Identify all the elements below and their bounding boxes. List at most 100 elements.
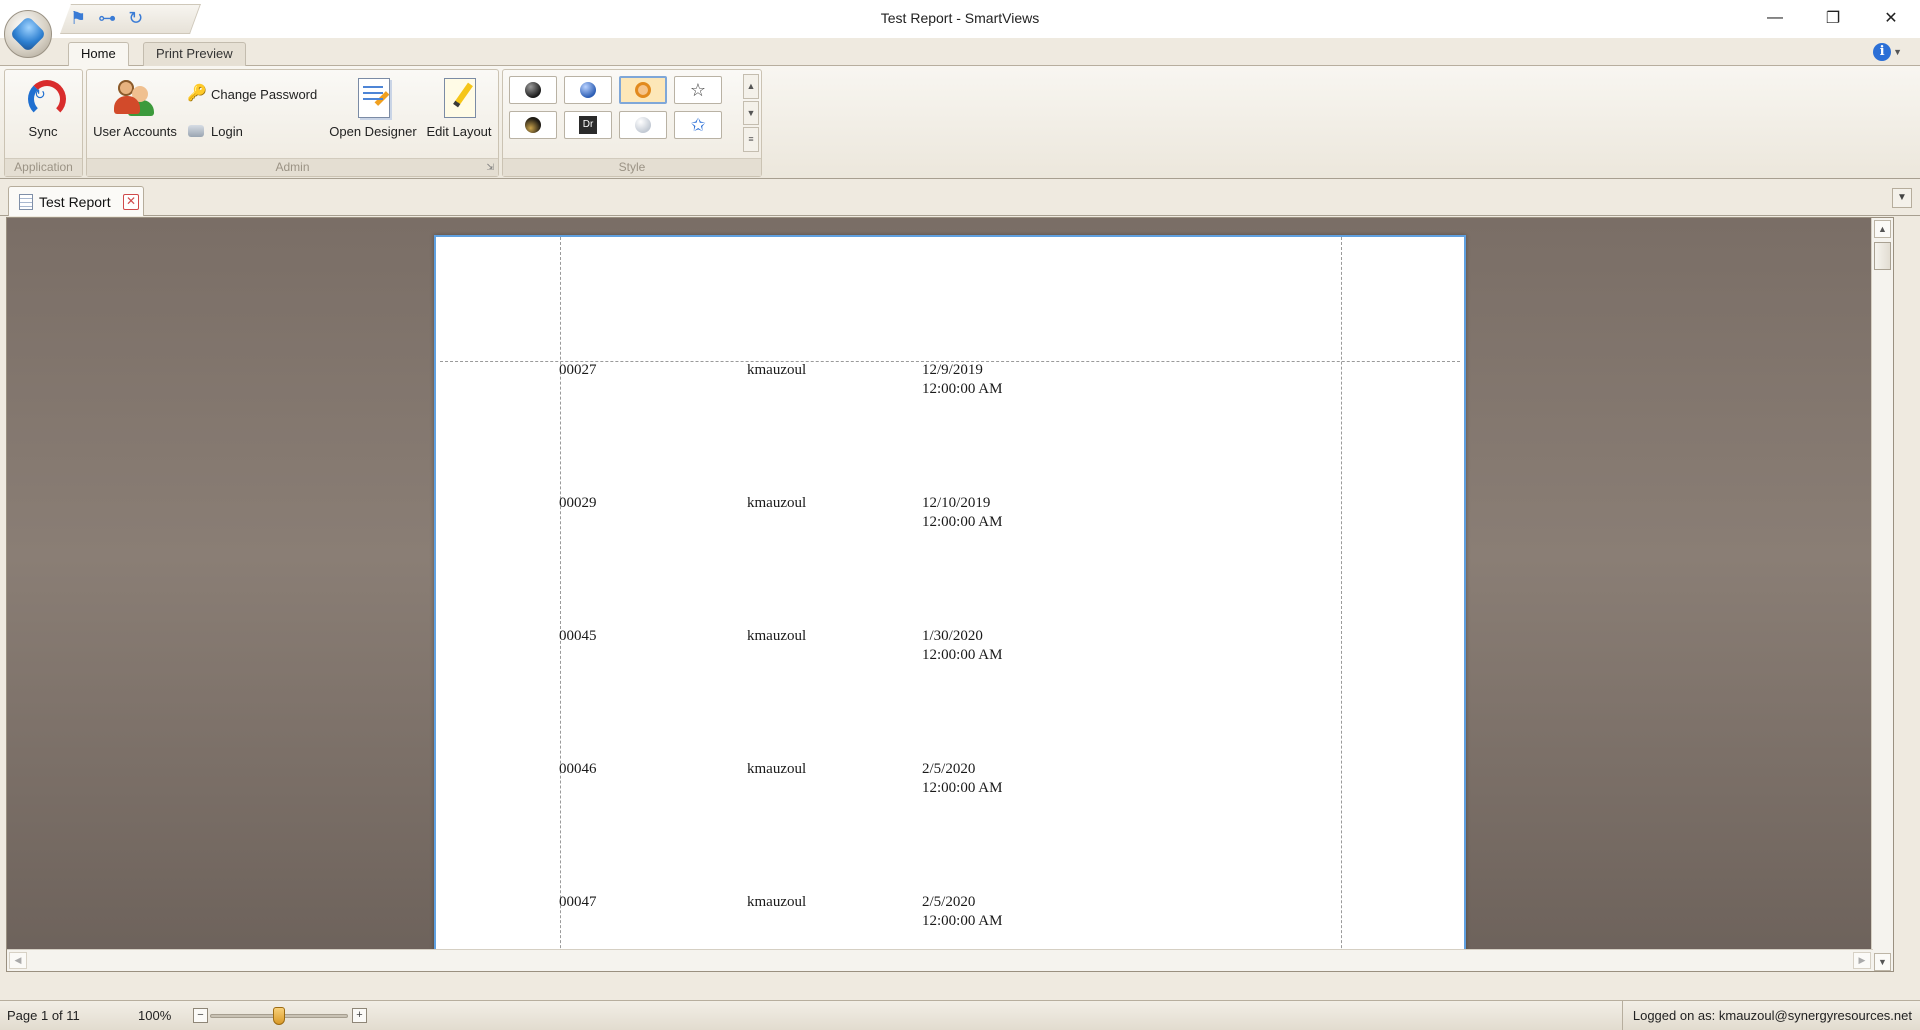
blue-sphere-icon [580,82,596,98]
scroll-left-icon[interactable]: ◀ [9,952,27,969]
report-preview-area[interactable]: 00027 kmauzoul 12/9/2019 12:00:00 AM 0002… [6,217,1894,972]
dark-gold-sphere-icon [525,117,541,133]
page-indicator: Page 1 of 11 [7,1008,80,1023]
vertical-scrollbar[interactable]: ▲ ▼ [1871,218,1893,971]
edit-layout-button[interactable]: Edit Layout [423,76,495,139]
help-button[interactable]: i ▼ [1873,43,1902,61]
gallery-down-icon[interactable]: ▼ [743,100,759,126]
row-user: kmauzoul [747,495,807,511]
light-sphere-icon [635,117,651,133]
row-user: kmauzoul [747,761,807,777]
tab-test-report-label: Test Report [39,193,111,210]
row-id: 00029 [559,495,597,511]
style-blue-star[interactable]: ✩ [674,111,722,139]
style-dark-gold-sphere[interactable] [509,111,557,139]
logged-on-status: Logged on as: kmauzoul@synergyresources.… [1621,1001,1920,1030]
minimize-button[interactable]: — [1746,0,1804,36]
group-style: ☆ Dr ✩ ▲ ▼ ≡ Style [502,69,762,177]
style-dark-sphere[interactable] [509,76,557,104]
horizontal-scrollbar[interactable]: ◀ ▶ [7,949,1873,971]
left-margin-guide [560,237,561,971]
sync-button[interactable]: Sync [15,76,71,139]
scroll-down-icon[interactable]: ▼ [1874,953,1891,971]
row-date: 2/5/2020 12:00:00 AM [922,760,1002,798]
row-date: 12/10/2019 12:00:00 AM [922,494,1002,532]
orange-ring-icon [635,82,651,98]
row-id: 00045 [559,628,597,644]
dr-icon: Dr [579,116,597,134]
style-blue-sphere[interactable] [564,76,612,104]
close-button[interactable]: ✕ [1862,0,1920,36]
row-time-value: 12:00:00 AM [922,514,1003,530]
edit-pencil-icon [438,76,480,118]
style-orange-ring[interactable] [619,76,667,104]
zoom-in-button[interactable]: + [352,1008,367,1023]
group-admin: User Accounts Change Password Login Open… [86,69,499,177]
report-page: 00027 kmauzoul 12/9/2019 12:00:00 AM 0002… [434,235,1466,971]
group-label-admin-text: Admin [275,160,310,174]
row-id: 00027 [559,362,597,378]
login-button[interactable]: Login [187,122,243,140]
edit-layout-label: Edit Layout [426,124,492,139]
scroll-thumb[interactable] [1874,242,1891,270]
open-designer-label: Open Designer [329,124,417,139]
title-bar: ⚑ ⊶ ↻ Test Report - SmartViews — ❐ ✕ [0,0,1920,38]
change-password-button[interactable]: Change Password [187,83,318,103]
document-tab-strip: Test Report ✕ ▼ [0,180,1920,216]
close-tab-icon[interactable]: ✕ [123,193,139,210]
row-id: 00046 [559,761,597,777]
row-date: 2/5/2020 12:00:00 AM [922,893,1002,931]
style-light-sphere[interactable] [619,111,667,139]
row-date-value: 2/5/2020 [922,761,976,777]
row-time-value: 12:00:00 AM [922,780,1003,796]
application-menu-button[interactable] [4,10,52,58]
restore-button[interactable]: ❐ [1804,0,1862,36]
window-controls: — ❐ ✕ [1746,0,1920,36]
tabs-dropdown-button[interactable]: ▼ [1892,188,1912,208]
zoom-slider-thumb[interactable] [273,1007,285,1025]
info-icon: i [1873,43,1892,61]
group-label-style: Style [503,158,761,176]
row-date-value: 12/10/2019 [922,495,991,511]
gallery-up-icon[interactable]: ▲ [743,74,759,99]
style-gallery: ☆ Dr ✩ [509,76,722,139]
app-logo-icon [9,15,47,53]
row-date: 1/30/2020 12:00:00 AM [922,627,1002,665]
tab-print-preview[interactable]: Print Preview [143,42,246,66]
row-time-value: 12:00:00 AM [922,913,1003,929]
group-application: Sync Application [4,69,83,177]
user-accounts-label: User Accounts [93,124,177,139]
star-outline-icon: ☆ [689,79,707,100]
window-title: Test Report - SmartViews [880,10,1040,26]
row-time-value: 12:00:00 AM [922,647,1003,663]
star-blue-icon: ✩ [690,114,706,135]
row-user: kmauzoul [747,894,807,910]
report-icon [19,193,33,210]
key-icon [187,83,207,103]
designer-icon [352,76,394,118]
open-designer-button[interactable]: Open Designer [327,76,419,139]
scroll-right-icon[interactable]: ▶ [1853,952,1871,969]
row-date-value: 12/9/2019 [922,362,983,378]
style-gallery-scroll: ▲ ▼ ≡ [743,74,759,153]
users-icon [114,76,156,118]
style-outline-star[interactable]: ☆ [674,76,722,104]
ribbon: Sync Application User Accounts Change Pa… [0,66,1920,179]
group-label-application: Application [5,158,82,176]
sync-icon [22,76,66,118]
gallery-more-icon[interactable]: ≡ [743,127,759,153]
user-accounts-button[interactable]: User Accounts [89,76,181,139]
row-date: 12/9/2019 12:00:00 AM [922,361,1002,399]
dialog-launcher-icon[interactable]: ⇲ [486,162,494,173]
change-password-label: Change Password [211,86,318,102]
scroll-up-icon[interactable]: ▲ [1874,220,1891,238]
zoom-out-button[interactable]: − [193,1008,208,1023]
row-id: 00047 [559,894,597,910]
tab-test-report[interactable]: Test Report ✕ [8,186,144,216]
sync-label: Sync [28,124,58,139]
style-dr-box[interactable]: Dr [564,111,612,139]
row-date-value: 2/5/2020 [922,894,976,910]
tab-home[interactable]: Home [68,42,129,67]
right-margin-guide [1341,237,1342,971]
row-user: kmauzoul [747,362,807,378]
